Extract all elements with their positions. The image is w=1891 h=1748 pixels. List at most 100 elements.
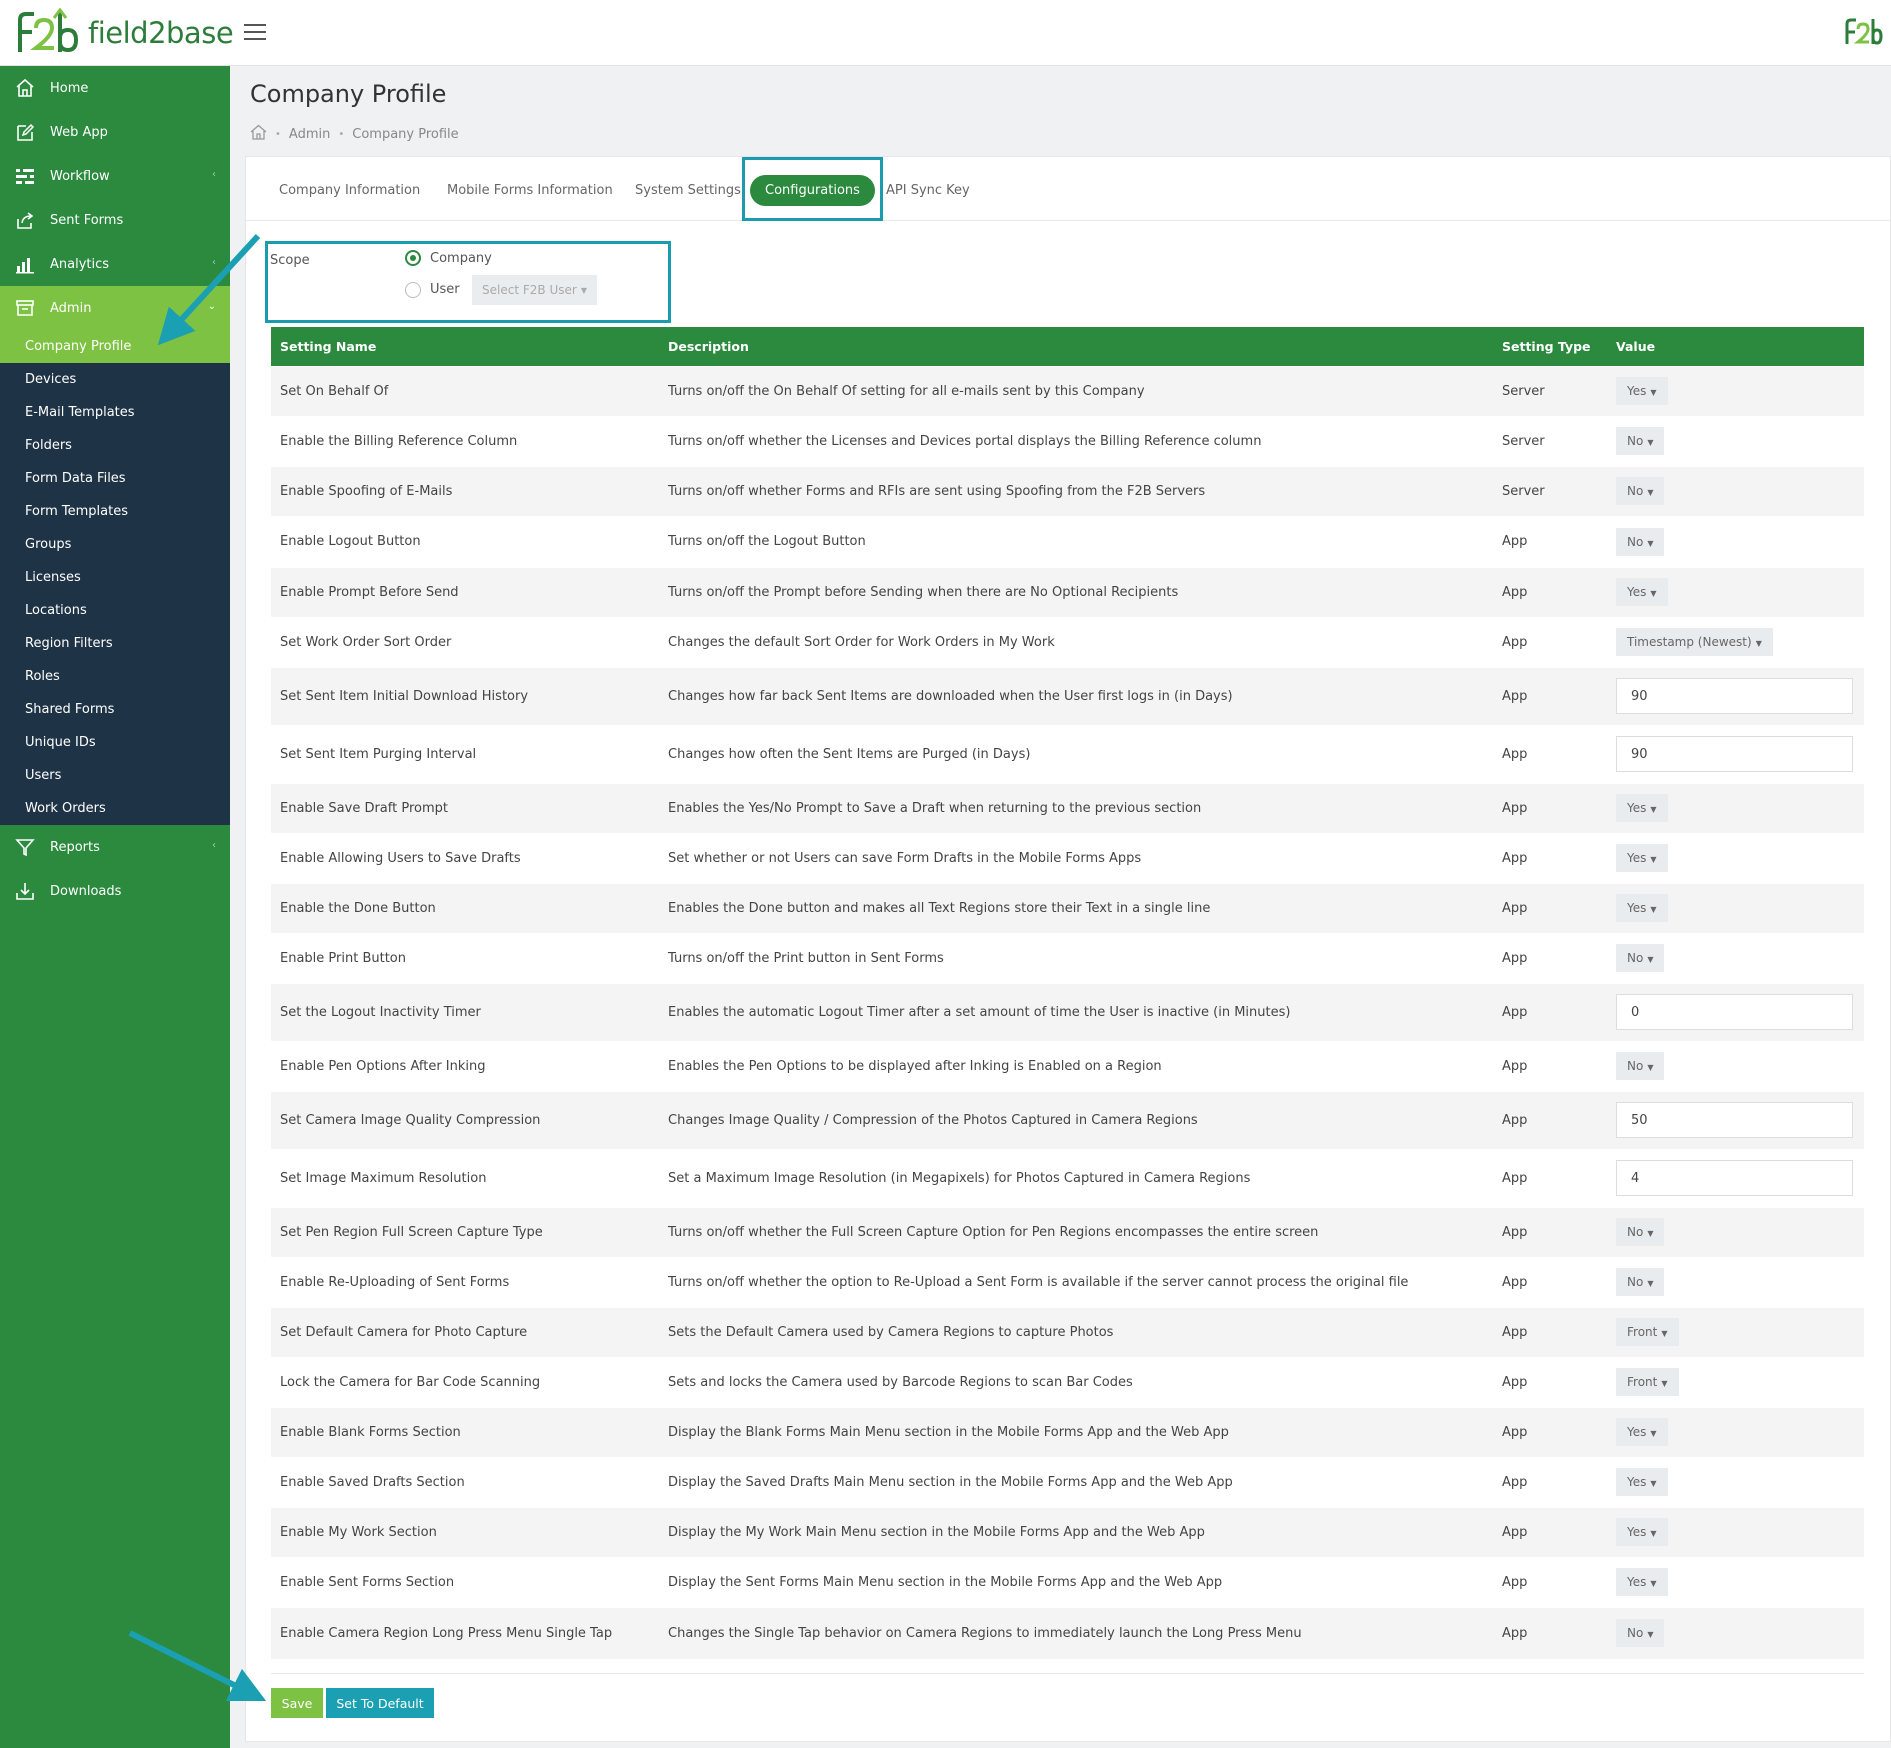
setting-value-input[interactable]: [1616, 1102, 1853, 1138]
sidebar-subitem-region-filters[interactable]: Region Filters: [0, 627, 230, 660]
setting-value-dropdown[interactable]: Yes ▼: [1616, 894, 1668, 922]
tab-company-information[interactable]: Company Information: [279, 183, 420, 198]
sidebar-item-admin[interactable]: Admin ⌄: [0, 286, 230, 330]
tab-highlight-box: [742, 157, 883, 221]
setting-value-dropdown[interactable]: Yes ▼: [1616, 1418, 1668, 1446]
sidebar-subitem-groups[interactable]: Groups: [0, 528, 230, 561]
setting-value-dropdown[interactable]: Yes ▼: [1616, 794, 1668, 822]
sidebar-subitem-devices[interactable]: Devices: [0, 363, 230, 396]
setting-value-cell: Timestamp (Newest) ▼: [1607, 616, 1864, 667]
sidebar-subitem-folders[interactable]: Folders: [0, 429, 230, 462]
sidebar-item-home[interactable]: Home: [0, 66, 230, 110]
setting-type-cell: App: [1493, 616, 1607, 667]
setting-description-cell: Turns on/off whether the Full Screen Cap…: [659, 1206, 1493, 1257]
setting-value-input[interactable]: [1616, 1160, 1853, 1196]
setting-type-cell: App: [1493, 1206, 1607, 1257]
setting-description-cell: Changes the default Sort Order for Work …: [659, 616, 1493, 667]
setting-value-dropdown[interactable]: Yes ▼: [1616, 844, 1668, 872]
sidebar-subitem-unique-ids[interactable]: Unique IDs: [0, 726, 230, 759]
setting-value-cell: Yes ▼: [1607, 782, 1864, 833]
sidebar-item-sent-forms[interactable]: Sent Forms: [0, 198, 230, 242]
setting-value-dropdown[interactable]: No ▼: [1616, 944, 1665, 972]
setting-value-dropdown[interactable]: Yes ▼: [1616, 377, 1668, 405]
dropdown-selected-value: Yes: [1627, 585, 1647, 599]
sidebar-subitem-users[interactable]: Users: [0, 759, 230, 792]
setting-type-cell: Server: [1493, 365, 1607, 416]
sidebar-subitem-company-profile[interactable]: Company Profile: [0, 330, 230, 363]
caret-down-icon: ▼: [1755, 639, 1762, 648]
sidebar-subitem-work-orders[interactable]: Work Orders: [0, 792, 230, 825]
dropdown-selected-value: Yes: [1627, 1475, 1647, 1489]
tab-bar: Company Information Mobile Forms Informa…: [246, 157, 1891, 221]
settings-table: Setting Name Description Setting Type Va…: [271, 327, 1864, 1659]
sidebar-subitem-form-templates[interactable]: Form Templates: [0, 495, 230, 528]
set-to-default-button[interactable]: Set To Default: [326, 1688, 434, 1718]
scope-user-radio[interactable]: [405, 282, 421, 298]
tab-mobile-forms-information[interactable]: Mobile Forms Information: [447, 183, 613, 198]
setting-type-cell: App: [1493, 566, 1607, 617]
breadcrumb-admin[interactable]: Admin: [289, 127, 330, 142]
header-description: Description: [659, 327, 1493, 366]
setting-type-cell: App: [1493, 1506, 1607, 1557]
setting-type-cell: App: [1493, 1306, 1607, 1357]
sidebar-item-reports[interactable]: Reports ‹: [0, 825, 230, 869]
setting-name-cell: Set the Logout Inactivity Timer: [271, 982, 659, 1041]
tab-api-sync-key[interactable]: API Sync Key: [886, 183, 970, 198]
save-button[interactable]: Save: [271, 1688, 323, 1718]
setting-value-dropdown[interactable]: No ▼: [1616, 1619, 1665, 1648]
caret-down-icon: ▼: [1661, 1329, 1668, 1338]
setting-value-dropdown[interactable]: No ▼: [1616, 477, 1665, 505]
brand-logo[interactable]: field2base: [14, 8, 234, 58]
table-row: Enable the Billing Reference Column Turns…: [271, 415, 1864, 466]
setting-description-cell: Enables the Done button and makes all Te…: [659, 882, 1493, 933]
sidebar-subitem-locations[interactable]: Locations: [0, 594, 230, 627]
dropdown-selected-value: No: [1627, 1225, 1644, 1239]
setting-value-dropdown[interactable]: No ▼: [1616, 527, 1665, 556]
sidebar-item-analytics[interactable]: Analytics ‹: [0, 242, 230, 286]
caret-down-icon: ▼: [1647, 438, 1654, 447]
setting-type-cell: App: [1493, 724, 1607, 783]
scope-company-radio[interactable]: [405, 250, 421, 266]
setting-type-cell: App: [1493, 1090, 1607, 1149]
setting-value-input[interactable]: [1616, 736, 1853, 772]
setting-value-dropdown[interactable]: No ▼: [1616, 1052, 1665, 1080]
sidebar-item-workflow[interactable]: Workflow ‹: [0, 154, 230, 198]
chevron-left-icon: ‹: [212, 169, 216, 180]
header-value: Value: [1607, 327, 1864, 366]
select-user-dropdown[interactable]: Select F2B User ▼: [472, 275, 597, 305]
setting-value-dropdown[interactable]: Front ▼: [1616, 1368, 1679, 1396]
setting-description-cell: Turns on/off the Prompt before Sending w…: [659, 566, 1493, 617]
dropdown-selected-value: Yes: [1627, 384, 1647, 398]
setting-value-input[interactable]: [1616, 994, 1853, 1030]
dropdown-selected-value: Timestamp (Newest): [1627, 635, 1752, 649]
setting-value-dropdown[interactable]: Yes ▼: [1616, 1518, 1668, 1546]
hamburger-menu-icon[interactable]: [244, 24, 266, 42]
tab-system-settings[interactable]: System Settings: [635, 183, 741, 198]
setting-value-dropdown[interactable]: No ▼: [1616, 427, 1665, 455]
setting-value-input[interactable]: [1616, 678, 1853, 714]
setting-description-cell: Changes how far back Sent Items are down…: [659, 666, 1493, 725]
setting-value-dropdown[interactable]: Front ▼: [1616, 1318, 1679, 1346]
setting-value-dropdown[interactable]: Yes ▼: [1616, 1468, 1668, 1496]
sidebar-item-label: Web App: [50, 124, 108, 140]
sidebar-subitem-email-templates[interactable]: E-Mail Templates: [0, 396, 230, 429]
home-icon[interactable]: [250, 124, 267, 144]
chevron-down-icon: ⌄: [207, 301, 216, 312]
page-title: Company Profile: [250, 80, 447, 108]
sidebar-subitem-shared-forms[interactable]: Shared Forms: [0, 693, 230, 726]
sidebar-item-downloads[interactable]: Downloads: [0, 869, 230, 913]
caret-down-icon: ▼: [1650, 1479, 1657, 1488]
setting-description-cell: Sets and locks the Camera used by Barcod…: [659, 1356, 1493, 1407]
sidebar-subitem-roles[interactable]: Roles: [0, 660, 230, 693]
setting-value-dropdown[interactable]: Yes ▼: [1616, 578, 1668, 606]
setting-value-dropdown[interactable]: No ▼: [1616, 1218, 1665, 1246]
dropdown-selected-value: No: [1627, 534, 1644, 549]
sidebar-item-web-app[interactable]: Web App: [0, 110, 230, 154]
setting-type-cell: App: [1493, 1040, 1607, 1091]
sidebar-subitem-licenses[interactable]: Licenses: [0, 561, 230, 594]
setting-value-dropdown[interactable]: No ▼: [1616, 1268, 1665, 1296]
setting-value-dropdown[interactable]: Yes ▼: [1616, 1568, 1668, 1596]
sidebar-subitem-form-data-files[interactable]: Form Data Files: [0, 462, 230, 495]
setting-value-dropdown[interactable]: Timestamp (Newest) ▼: [1616, 628, 1773, 656]
setting-value-cell: No ▼: [1607, 1040, 1864, 1091]
